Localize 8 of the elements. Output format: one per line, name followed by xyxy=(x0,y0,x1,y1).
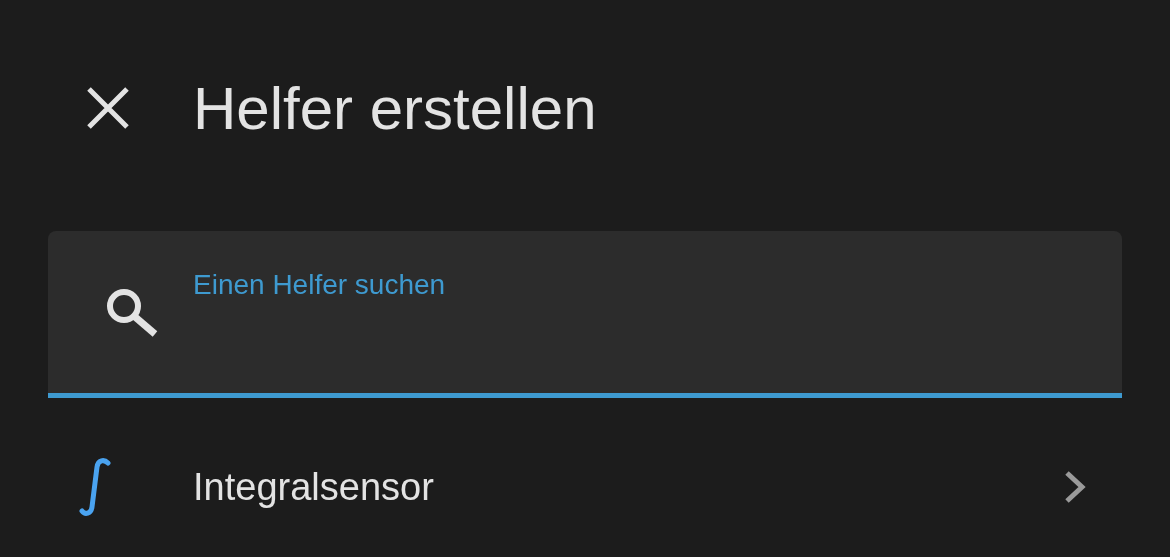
search-field[interactable]: Einen Helfer suchen xyxy=(48,231,1122,398)
search-icon xyxy=(105,287,159,337)
close-button[interactable] xyxy=(85,85,131,131)
close-icon xyxy=(85,85,131,131)
helper-list-item[interactable]: Integralsensor xyxy=(0,420,1170,554)
dialog-title: Helfer erstellen xyxy=(193,73,597,143)
chevron-icon xyxy=(1063,470,1087,504)
integral-icon xyxy=(78,457,112,517)
